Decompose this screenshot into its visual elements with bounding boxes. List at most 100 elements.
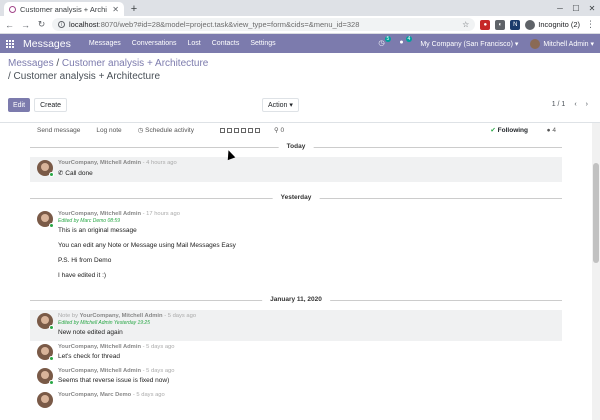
activity-badge: 5 <box>384 36 392 42</box>
user-menu[interactable]: Mitchell Admin ▾ <box>530 38 594 49</box>
message-header: YourCompany, Mitchell Admin - 5 days ago <box>58 344 562 350</box>
message-text: Call done <box>65 170 93 177</box>
activity-clock-icon[interactable]: ◷ 5 <box>378 36 392 48</box>
back-arrow-icon[interactable]: ← <box>4 19 15 30</box>
bookmark-star-icon[interactable]: ☆ <box>462 20 469 29</box>
reload-icon[interactable]: ↻ <box>36 19 47 30</box>
pager-value: 1 / 1 <box>551 101 566 108</box>
message-author[interactable]: YourCompany, Mitchell Admin <box>58 160 141 166</box>
action-label: Action <box>268 101 288 109</box>
tab-title: Customer analysis + Archi <box>20 4 107 14</box>
message-body: ✆ Call done <box>58 169 562 177</box>
message-item: YourCompany, Mitchell Admin - 5 days ago… <box>30 341 562 365</box>
message-time: - 5 days ago <box>140 368 175 374</box>
user-icon: ● <box>546 126 551 134</box>
note-label: Note by <box>58 313 80 319</box>
maximize-icon[interactable]: ☐ <box>568 0 584 16</box>
action-dropdown-button[interactable]: Action ▾ <box>262 98 299 112</box>
message-header: Note by YourCompany, Mitchell Admin - 5 … <box>58 313 562 319</box>
followers-count: 4 <box>552 126 556 134</box>
date-label: January 11, 2020 <box>262 296 330 303</box>
main-menu: Messages Conversations Lost Contacts Set… <box>89 40 276 47</box>
date-label: Yesterday <box>272 194 320 201</box>
message-author[interactable]: YourCompany, Mitchell Admin <box>58 211 141 217</box>
company-name: My Company (San Francisco) <box>420 40 513 48</box>
edit-button[interactable]: Edit <box>8 98 31 112</box>
caret-down-icon: ▾ <box>590 40 594 48</box>
close-icon[interactable]: ✕ <box>112 5 119 14</box>
extension-icon[interactable]: ◐ <box>495 19 506 30</box>
incognito-icon <box>525 19 536 30</box>
menu-item-messages[interactable]: Messages <box>89 40 121 47</box>
kebab-menu-icon[interactable]: ⋮ <box>585 19 596 30</box>
scrollbar[interactable] <box>592 123 600 420</box>
info-icon[interactable]: i <box>58 21 65 28</box>
avatar[interactable] <box>37 392 53 408</box>
chevron-right-icon[interactable]: › <box>586 101 588 108</box>
app-name[interactable]: Messages <box>23 38 71 50</box>
message-item: YourCompany, Mitchell Admin - 5 days ago… <box>30 365 562 389</box>
message-body: Let's check for thread <box>58 353 562 360</box>
message-body: This is an original message You can edit… <box>58 227 562 279</box>
navbar-right: ◷ 5 ● 4 My Company (San Francisco) ▾ Mitch… <box>378 36 594 49</box>
apps-grid-icon[interactable] <box>6 39 14 48</box>
clock-icon: ◷ <box>137 127 144 134</box>
chevron-left-icon[interactable]: ‹ <box>574 101 576 108</box>
breadcrumb-link-task[interactable]: Customer analysis + Architecture <box>62 58 208 69</box>
message-item: YourCompany, Mitchell Admin - 4 hours ag… <box>30 157 562 182</box>
message-text: New note edited again <box>58 329 123 336</box>
scrollbar-thumb[interactable] <box>593 163 599 263</box>
browser-tab[interactable]: Customer analysis + Archi ✕ <box>4 2 124 16</box>
close-window-icon[interactable]: ✕ <box>584 0 600 16</box>
incognito-label: Incognito (2) <box>538 20 580 29</box>
company-switcher[interactable]: My Company (San Francisco) ▾ <box>420 40 518 48</box>
following-label: Following <box>497 127 528 134</box>
message-text: P.S. Hi from Demo <box>58 257 112 264</box>
new-tab-button[interactable]: + <box>127 2 141 16</box>
attachments-button[interactable]: ⚲ 0 <box>274 126 284 134</box>
menu-item-conversations[interactable]: Conversations <box>132 40 177 47</box>
attachments-count: 0 <box>280 127 285 134</box>
menu-item-contacts[interactable]: Contacts <box>212 40 240 47</box>
message-author[interactable]: YourCompany, Mitchell Admin <box>58 368 141 374</box>
menu-item-settings[interactable]: Settings <box>250 40 275 47</box>
online-status-icon <box>49 223 54 228</box>
message-header: YourCompany, Mitchell Admin - 17 hours a… <box>58 211 562 217</box>
window-controls: ─ ☐ ✕ <box>552 0 600 16</box>
caret-down-icon: ▾ <box>514 40 519 48</box>
forward-arrow-icon[interactable]: → <box>20 19 31 30</box>
message-time: - 5 days ago <box>162 313 197 319</box>
message-body: New note edited again <box>58 329 562 336</box>
extension-icon[interactable]: N <box>510 19 521 30</box>
message-author[interactable]: YourCompany, Mitchell Admin <box>58 344 141 350</box>
following-button[interactable]: ✔ Following <box>490 126 528 134</box>
menu-item-lost[interactable]: Lost <box>188 40 201 47</box>
message-time: - 5 days ago <box>131 392 165 398</box>
extension-icon[interactable]: ● <box>480 19 491 30</box>
message-filter-icons[interactable] <box>219 127 260 133</box>
schedule-activity-button[interactable]: ◷ Schedule activity <box>138 126 194 134</box>
user-name: Mitchell Admin <box>543 40 589 48</box>
date-separator: Yesterday <box>0 188 592 208</box>
control-panel: Messages / Customer analysis + Architect… <box>0 53 600 123</box>
message-time: - 4 hours ago <box>140 160 177 166</box>
message-time: - 17 hours ago <box>140 211 180 217</box>
create-button[interactable]: Create <box>34 98 68 112</box>
message-text: You can edit any Note or Message using M… <box>58 242 236 249</box>
message-text: Let's check for thread <box>58 353 120 360</box>
incognito-indicator[interactable]: Incognito (2) <box>525 19 580 30</box>
url-host: localhost <box>69 20 99 29</box>
chat-bubble-icon[interactable]: ● 4 <box>399 36 413 48</box>
message-author[interactable]: YourCompany, Mitchell Admin <box>80 313 163 319</box>
log-note-button[interactable]: Log note <box>96 127 121 134</box>
minimize-icon[interactable]: ─ <box>552 0 568 16</box>
message-item: YourCompany, Marc Demo - 5 days ago <box>30 389 562 408</box>
followers-button[interactable]: ● 4 <box>547 127 556 134</box>
send-message-button[interactable]: Send message <box>37 127 80 134</box>
breadcrumb-link-messages[interactable]: Messages <box>8 58 54 69</box>
chatter-topbar: Send message Log note ◷ Schedule activit… <box>0 123 592 137</box>
message-text: This is an original message <box>58 227 137 234</box>
message-author[interactable]: YourCompany, Marc Demo <box>58 392 131 398</box>
schedule-activity-label: Schedule activity <box>145 127 194 134</box>
address-bar[interactable]: i localhost:8070/web?#id=28&model=projec… <box>52 18 476 31</box>
